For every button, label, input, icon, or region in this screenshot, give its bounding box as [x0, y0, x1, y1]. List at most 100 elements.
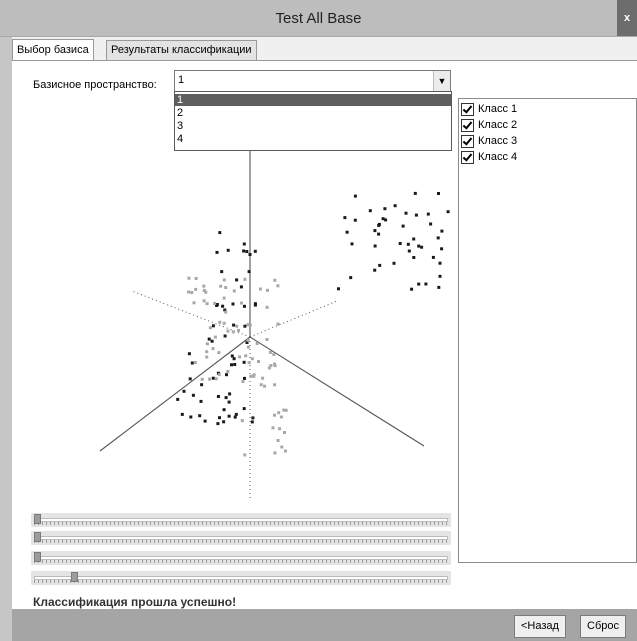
checkbox-checked-icon[interactable] [461, 102, 474, 116]
data-point [205, 302, 209, 306]
data-point [272, 353, 276, 356]
basis-combobox[interactable]: 1 ▼ [174, 70, 451, 92]
basis-option-3[interactable]: 3 [175, 120, 451, 132]
class-item-4[interactable]: Класс 4 [461, 149, 517, 165]
data-point [273, 278, 277, 282]
data-point [180, 412, 184, 416]
data-point [202, 284, 206, 288]
axis-y-negative [249, 300, 338, 338]
basis-option-1[interactable]: 1 [175, 94, 451, 106]
axis-x [99, 336, 251, 452]
data-point [194, 277, 198, 280]
data-point [218, 320, 222, 324]
class-item-label: Класс 2 [478, 119, 518, 132]
data-point [243, 277, 247, 281]
data-point [258, 287, 262, 291]
tab-classification-results[interactable]: Результаты классификации [106, 40, 257, 60]
data-point [230, 354, 234, 358]
data-point [243, 324, 247, 328]
data-point [214, 377, 218, 381]
data-point [223, 334, 227, 338]
checkbox-checked-icon[interactable] [461, 134, 474, 148]
data-point [353, 218, 357, 222]
data-point [273, 383, 277, 387]
data-point [246, 338, 250, 342]
data-point [261, 376, 265, 380]
data-point [265, 305, 269, 309]
rotation-slider-2[interactable] [31, 531, 451, 545]
tab-strip: Выбор базиса Результаты классификации [12, 39, 637, 60]
slider-thumb[interactable] [34, 552, 41, 562]
data-point [377, 223, 381, 227]
back-button[interactable]: <Назад [514, 615, 566, 638]
data-point [279, 415, 283, 419]
tab-basis-selection[interactable]: Выбор базиса [12, 39, 94, 60]
data-point [213, 335, 217, 339]
data-point [242, 242, 246, 246]
data-point [393, 204, 397, 208]
class-item-3[interactable]: Класс 3 [461, 133, 517, 149]
slider-thumb[interactable] [34, 532, 41, 542]
class-item-2[interactable]: Класс 2 [461, 117, 517, 133]
chevron-down-icon[interactable]: ▼ [433, 71, 450, 91]
data-point [248, 253, 252, 256]
tab-panel: Базисное пространство: 1 ▼ 1 2 3 4 Класс… [12, 60, 637, 609]
data-point [226, 329, 230, 333]
data-point [413, 191, 417, 195]
data-point [343, 216, 347, 220]
data-point [267, 366, 271, 370]
data-point [202, 299, 206, 303]
close-button[interactable]: x [617, 0, 637, 36]
data-point [284, 449, 287, 453]
data-point [240, 419, 244, 423]
slider-thumb[interactable] [34, 514, 41, 524]
status-message: Классификация прошла успешно! [33, 595, 237, 609]
data-point [271, 426, 275, 430]
data-point [211, 347, 215, 351]
rotation-slider-4[interactable] [31, 571, 451, 585]
data-point [224, 286, 228, 289]
data-point [273, 451, 277, 455]
basis-option-2[interactable]: 2 [175, 107, 451, 119]
data-point [205, 342, 209, 346]
reset-button[interactable]: Сброс [580, 615, 626, 638]
data-point [378, 263, 382, 267]
data-point [176, 397, 180, 401]
checkbox-checked-icon[interactable] [461, 150, 474, 164]
checkbox-checked-icon[interactable] [461, 118, 474, 132]
data-point [199, 399, 203, 403]
data-point [273, 362, 276, 366]
data-point [424, 282, 428, 286]
slider-thumb[interactable] [70, 572, 78, 582]
data-point [222, 278, 226, 282]
scatter-3d-plot[interactable] [32, 101, 456, 541]
data-point [224, 310, 228, 314]
data-point [198, 414, 202, 418]
window-title: Test All Base [275, 10, 362, 27]
data-point [219, 284, 223, 288]
data-point [283, 431, 286, 434]
data-point [277, 411, 281, 415]
data-point [220, 270, 224, 274]
data-point [446, 210, 450, 214]
rotation-slider-1[interactable] [31, 513, 451, 527]
data-point [242, 360, 246, 364]
data-point [280, 445, 284, 449]
data-point [192, 301, 196, 305]
data-point [226, 370, 230, 373]
axis-x-negative [131, 290, 251, 338]
data-point [211, 376, 215, 380]
data-point [230, 363, 233, 367]
basis-option-4[interactable]: 4 [175, 133, 451, 145]
rotation-slider-3[interactable] [31, 551, 451, 565]
data-point [273, 413, 276, 417]
data-point [437, 192, 440, 195]
data-point [438, 274, 442, 278]
data-point [253, 303, 257, 307]
data-point [392, 261, 396, 265]
class-item-1[interactable]: Класс 1 [461, 101, 517, 117]
data-point [350, 242, 354, 246]
data-point [217, 373, 221, 377]
data-point [187, 352, 191, 356]
data-point [235, 324, 239, 328]
